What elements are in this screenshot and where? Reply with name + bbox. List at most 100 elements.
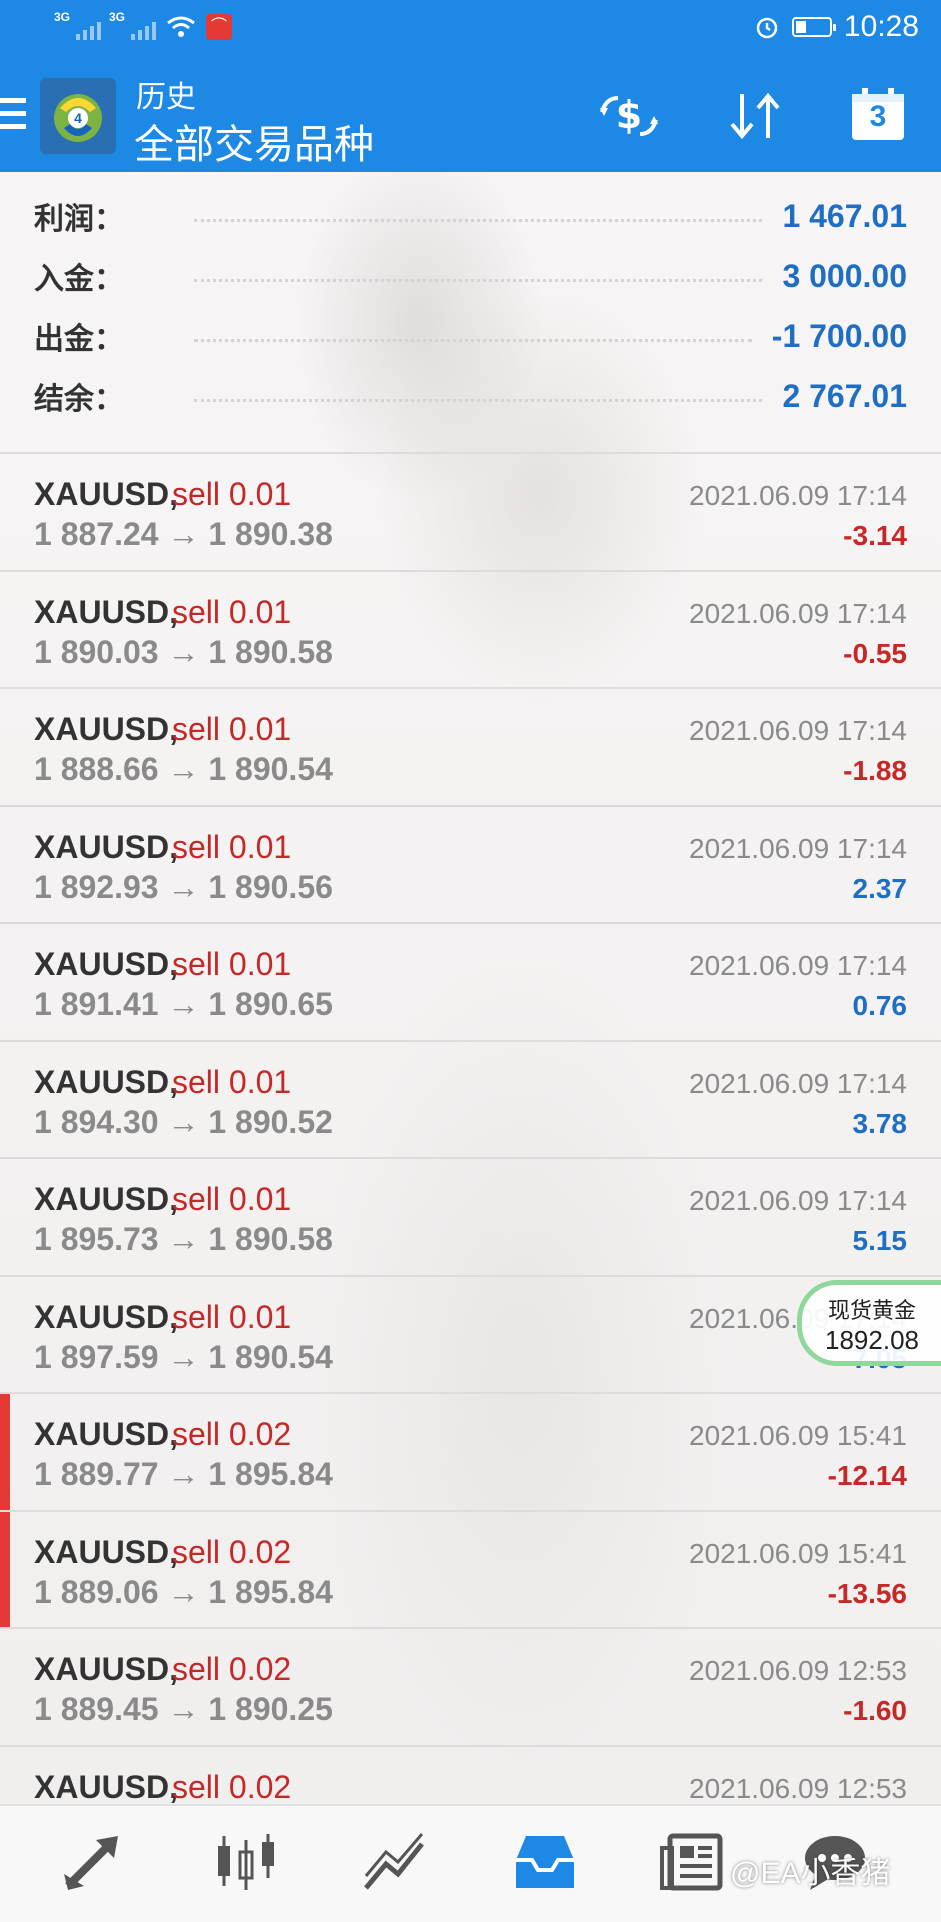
deal-side: sell 0.02	[172, 1416, 292, 1452]
history-icon[interactable]	[510, 1830, 580, 1894]
widget-name: 现货黄金	[827, 1298, 916, 1323]
signal-icon: 3G	[109, 10, 156, 40]
deal-row[interactable]: XAUUSD, sell 0.02 1 889.77 → 1 895.84 2021.…	[0, 1394, 941, 1512]
deal-prices: 1 889.06 → 1 895.84	[34, 1573, 333, 1610]
deal-symbol: XAUUSD,	[34, 476, 179, 512]
battery-icon	[791, 17, 836, 37]
deal-symbol: XAUUSD,	[34, 1651, 179, 1687]
deal-prices: 1 888.66 → 1 890.54	[34, 751, 333, 787]
menu-icon[interactable]	[0, 98, 26, 130]
deal-time: 2021.06.09 17:14	[689, 1067, 907, 1099]
deal-prices: 1 891.41 → 1 890.65	[34, 986, 333, 1022]
status-right: 10:28	[754, 10, 919, 44]
trade-icon[interactable]	[360, 1830, 430, 1894]
deal-side: sell 0.01	[172, 1063, 292, 1100]
dot-leader	[194, 338, 752, 342]
deal-row[interactable]: XAUUSD, sell 0.01 1 894.30 → 1 890.52 2021.…	[0, 1042, 941, 1159]
summary-value: -1 700.00	[771, 317, 907, 354]
deal-side: sell 0.01	[172, 1298, 292, 1335]
deal-time: 2021.06.09 17:14	[689, 1185, 907, 1216]
deal-time: 2021.06.09 12:53	[689, 1655, 907, 1686]
chart-icon[interactable]	[210, 1830, 280, 1894]
deal-symbol: XAUUSD,	[34, 711, 179, 747]
deal-profit: -3.14	[843, 520, 907, 551]
deal-row[interactable]: XAUUSD, sell 0.01 1 892.93 → 1 890.56 2021.…	[0, 807, 941, 924]
sort-icon[interactable]	[722, 88, 788, 144]
summary-panel: 利润： 1 467.01 入金： 3 000.00 出金： -1 700.00 …	[0, 172, 941, 454]
deal-row[interactable]: XAUUSD, sell 0.02 1 889.06 → 1 895.84 2021.…	[0, 1511, 941, 1629]
deal-symbol: XAUUSD,	[34, 828, 179, 865]
deal-time: 2021.06.09 17:14	[689, 480, 907, 511]
dot-leader	[194, 278, 763, 282]
alarm-icon	[756, 17, 778, 39]
summary-label: 入金：	[34, 263, 124, 296]
notification-app-icon: ⌒	[206, 14, 232, 40]
summary-label: 利润：	[34, 203, 124, 236]
signal-label: 3G	[109, 10, 126, 24]
deal-row[interactable]: XAUUSD, sell 0.01 1 890.03 → 1 890.58 2021.…	[0, 572, 941, 689]
deal-time: 2021.06.09 17:14	[689, 715, 907, 746]
deal-profit: 0.76	[852, 990, 908, 1021]
page-title[interactable]: 全部交易品种	[134, 112, 374, 170]
summary-label: 出金：	[34, 323, 124, 356]
summary-label: 结余：	[34, 383, 124, 416]
summary-row-withdrawal: 出金： -1 700.00	[34, 306, 907, 366]
signal-label: 3G	[54, 10, 71, 24]
news-icon[interactable]	[660, 1830, 730, 1894]
deal-prices: 1 889.45 → 1 890.25	[34, 1691, 333, 1727]
deal-symbol: XAUUSD,	[34, 1416, 179, 1452]
summary-row-balance: 结余： 2 767.01	[34, 366, 907, 426]
gold-price-widget[interactable]: 现货黄金 1892.08	[797, 1280, 941, 1366]
widget-price: 1892.08	[825, 1325, 919, 1355]
dot-leader	[194, 398, 763, 402]
deal-side: sell 0.01	[172, 946, 292, 982]
deal-profit: 5.15	[852, 1225, 908, 1256]
deal-row[interactable]: XAUUSD, sell 0.01 1 888.66 → 1 890.54 2021.…	[0, 689, 941, 807]
app-bar: 4 历史 全部交易品种 $ 3	[0, 58, 941, 172]
summary-row-profit: 利润： 1 467.01	[34, 186, 907, 246]
deal-profit: -1.88	[843, 755, 907, 786]
dot-leader	[194, 218, 763, 222]
deal-marker	[0, 1511, 10, 1627]
deal-symbol: XAUUSD,	[34, 1533, 179, 1570]
deal-row[interactable]: XAUUSD, sell 0.01 1 887.24 → 1 890.38 2021.…	[0, 454, 941, 572]
deal-side: sell 0.01	[172, 1181, 292, 1217]
deal-time: 2021.06.09 17:14	[689, 832, 907, 864]
summary-value: 1 467.01	[782, 197, 907, 234]
deal-symbol: XAUUSD,	[34, 946, 179, 982]
deal-prices: 1 890.03 → 1 890.58	[34, 633, 333, 670]
deal-time: 2021.06.09 15:41	[689, 1537, 907, 1569]
deal-prices: 1 887.24 → 1 890.38	[34, 516, 333, 552]
deal-side: sell 0.02	[172, 1768, 292, 1805]
calendar-icon[interactable]: 3	[850, 86, 906, 142]
deal-time: 2021.06.09 12:53	[689, 1772, 907, 1804]
deal-profit: 3.78	[852, 1107, 908, 1139]
deal-row[interactable]: XAUUSD, sell 0.01 1 895.73 → 1 890.58 2021.…	[0, 1159, 941, 1277]
deal-prices: 1 889.77 → 1 895.84	[34, 1456, 333, 1492]
deal-list: XAUUSD, sell 0.01 1 887.24 → 1 890.38 2021.…	[0, 454, 941, 1864]
deal-side: sell 0.01	[172, 476, 292, 512]
deal-side: sell 0.02	[172, 1533, 292, 1570]
svg-text:4: 4	[74, 110, 82, 126]
deal-prices: 1 894.30 → 1 890.52	[34, 1103, 333, 1140]
summary-value: 3 000.00	[782, 257, 907, 294]
deal-row[interactable]: XAUUSD, sell 0.02 1 889.45 → 1 890.25 2021.…	[0, 1629, 941, 1747]
deal-side: sell 0.01	[172, 828, 292, 865]
deal-profit: 2.37	[852, 872, 908, 904]
deal-profit: -12.14	[827, 1460, 907, 1491]
watermark: @EA小香猪	[730, 1857, 891, 1890]
deal-row[interactable]: XAUUSD, sell 0.01 1 891.41 → 1 890.65 2021.…	[0, 924, 941, 1042]
balance-operations-icon[interactable]: $	[596, 88, 662, 144]
deal-symbol: XAUUSD,	[34, 1768, 179, 1805]
deal-prices: 1 897.59 → 1 890.54	[34, 1338, 333, 1375]
deal-time: 2021.06.09 17:14	[689, 950, 907, 981]
deal-profit: -0.55	[843, 637, 907, 669]
deal-symbol: XAUUSD,	[34, 593, 179, 630]
quotes-icon[interactable]	[60, 1830, 130, 1894]
deal-time: 2021.06.09 17:14	[689, 597, 907, 629]
deal-prices: 1 892.93 → 1 890.56	[34, 868, 333, 905]
metatrader-logo-icon[interactable]: 4	[40, 78, 116, 154]
clock: 10:28	[843, 10, 919, 43]
summary-value: 2 767.01	[782, 377, 907, 414]
deal-symbol: XAUUSD,	[34, 1181, 179, 1217]
